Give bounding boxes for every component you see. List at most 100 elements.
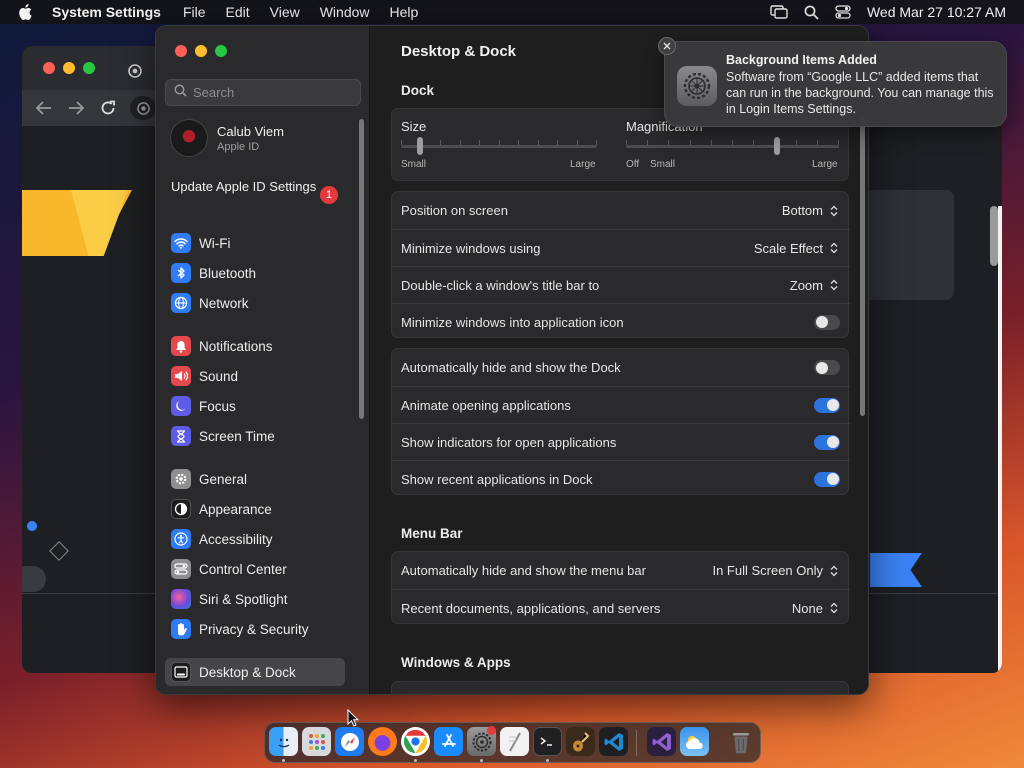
- sidebar-item-notifications[interactable]: Notifications: [165, 332, 345, 360]
- animate-opening-toggle[interactable]: [814, 397, 840, 413]
- magnification-slider-thumb[interactable]: [774, 137, 780, 155]
- apple-menu-icon[interactable]: [18, 4, 36, 20]
- terminal-icon[interactable]: [533, 727, 562, 756]
- position-on-screen-row: Position on screen Bottom: [392, 192, 850, 229]
- back-icon[interactable]: [35, 101, 52, 120]
- menu-edit[interactable]: Edit: [226, 4, 250, 20]
- size-min-label: Small: [401, 159, 427, 170]
- size-slider-thumb[interactable]: [417, 137, 423, 155]
- sidebar-item-privacy-security[interactable]: Privacy & Security: [165, 615, 345, 643]
- weather-icon[interactable]: [680, 727, 709, 756]
- search-input[interactable]: [193, 85, 353, 100]
- popup-value: Scale Effect: [753, 240, 823, 256]
- double-click-action-popup[interactable]: Zoom: [790, 277, 840, 293]
- vscode-icon[interactable]: [599, 727, 628, 756]
- visual-studio-icon[interactable]: [647, 727, 676, 756]
- minimize-into-app-icon-toggle[interactable]: [814, 314, 840, 330]
- magnification-slider-track[interactable]: [626, 145, 839, 148]
- chrome-scrollbar[interactable]: [990, 206, 998, 266]
- launchpad-icon[interactable]: [302, 727, 331, 756]
- zoom-button[interactable]: [215, 45, 227, 57]
- sidebar-item-accessibility[interactable]: Accessibility: [165, 525, 345, 553]
- menu-help[interactable]: Help: [390, 4, 419, 20]
- chrome-minimize-button[interactable]: [63, 62, 75, 74]
- popup-value: Bottom: [781, 203, 823, 218]
- main-scrollbar[interactable]: [860, 116, 865, 416]
- address-bar-site-icon[interactable]: [130, 96, 156, 120]
- show-recent-apps-toggle[interactable]: [814, 471, 840, 487]
- menu-window[interactable]: Window: [320, 4, 370, 20]
- screen-mirroring-icon[interactable]: [770, 5, 788, 19]
- size-label: Size: [401, 119, 427, 134]
- menubar-clock[interactable]: Wed Mar 27 10:27 AM: [867, 4, 1006, 20]
- autohide-dock-toggle[interactable]: [814, 360, 840, 375]
- sidebar-item-focus[interactable]: Focus: [165, 392, 345, 420]
- search-icon: [174, 84, 187, 102]
- profile-subtitle: Apple ID: [217, 140, 260, 153]
- sidebar-item-label: Appearance: [199, 501, 272, 517]
- chevron-up-down-icon: [828, 600, 840, 616]
- autohide-menu-bar-row: Automatically hide and show the menu bar…: [392, 552, 850, 589]
- firefox-icon[interactable]: [368, 727, 397, 756]
- sidebar-item-label: Network: [199, 295, 249, 311]
- reload-icon[interactable]: [100, 100, 116, 121]
- chrome-icon[interactable]: [401, 727, 430, 756]
- appearance-icon: [171, 499, 191, 519]
- finder-icon[interactable]: [269, 727, 298, 756]
- sidebar-item-wifi[interactable]: Wi-Fi: [165, 229, 345, 257]
- sidebar-item-sound[interactable]: Sound: [165, 362, 345, 390]
- position-on-screen-popup[interactable]: Bottom: [782, 203, 840, 219]
- siri-icon: [171, 589, 191, 609]
- show-indicators-row: Show indicators for open applications: [392, 423, 850, 460]
- textedit-icon[interactable]: [500, 727, 529, 756]
- page-graphic-blob: [22, 566, 46, 592]
- chrome-window-controls: [43, 62, 95, 74]
- trash-icon[interactable]: [726, 727, 755, 756]
- page-edge: [998, 206, 1002, 673]
- sidebar-item-screen-time[interactable]: Screen Time: [165, 422, 345, 450]
- page-graphic-ribbon: [870, 553, 922, 587]
- apple-id-profile[interactable]: Calub Viem Apple ID: [170, 119, 284, 157]
- forward-icon[interactable]: [68, 101, 85, 120]
- autohide-menu-bar-popup[interactable]: In Full Screen Only: [712, 563, 840, 579]
- sidebar-scrollbar[interactable]: [359, 119, 364, 419]
- minimize-into-app-icon-row: Minimize windows into application icon: [392, 303, 850, 340]
- magnification-min-label: Small: [650, 159, 676, 170]
- control-center-menu-icon[interactable]: [835, 5, 851, 19]
- menu-file[interactable]: File: [183, 4, 206, 20]
- minimize-button[interactable]: [195, 45, 207, 57]
- menu-view[interactable]: View: [270, 4, 300, 20]
- notification-close-button[interactable]: [658, 37, 676, 55]
- sidebar-item-bluetooth[interactable]: Bluetooth: [165, 259, 345, 287]
- windows-apps-group: [391, 681, 849, 694]
- sidebar-item-label: Bluetooth: [199, 265, 257, 281]
- garageband-icon[interactable]: [566, 727, 595, 756]
- notification-body: Software from “Google LLC” added items t…: [726, 70, 994, 116]
- chrome-zoom-button[interactable]: [83, 62, 95, 74]
- sidebar-item-control-center[interactable]: Control Center: [165, 555, 345, 583]
- app-name-menu[interactable]: System Settings: [52, 4, 161, 20]
- sidebar-item-label: Notifications: [199, 338, 273, 354]
- settings-gear-icon: [677, 66, 717, 106]
- size-slider-track[interactable]: [401, 145, 597, 148]
- close-button[interactable]: [175, 45, 187, 57]
- chrome-tab-favicon[interactable]: [128, 64, 142, 83]
- chrome-close-button[interactable]: [43, 62, 55, 74]
- background-items-notification[interactable]: Background Items Added Software from “Go…: [664, 41, 1007, 127]
- search-field[interactable]: [165, 79, 361, 106]
- dock-behaviour-group: Automatically hide and show the Dock Ani…: [391, 348, 850, 495]
- sidebar-item-network[interactable]: Network: [165, 289, 345, 317]
- sidebar-item-appearance[interactable]: Appearance: [165, 495, 345, 523]
- magnification-off-label: Off: [626, 159, 640, 170]
- show-indicators-toggle[interactable]: [814, 434, 840, 450]
- sidebar-item-general[interactable]: General: [165, 465, 345, 493]
- recent-documents-popup[interactable]: None: [792, 600, 840, 616]
- dock-separator: [636, 730, 637, 756]
- spotlight-search-icon[interactable]: [804, 5, 819, 20]
- sidebar-item-siri-spotlight[interactable]: Siri & Spotlight: [165, 585, 345, 613]
- bluetooth-icon: [171, 263, 191, 283]
- sidebar-item-desktop-dock[interactable]: Desktop & Dock: [165, 658, 345, 686]
- minimize-effect-popup[interactable]: Scale Effect: [754, 240, 840, 256]
- app-store-icon[interactable]: [434, 727, 463, 756]
- row-label: Animate opening applications: [401, 397, 571, 413]
